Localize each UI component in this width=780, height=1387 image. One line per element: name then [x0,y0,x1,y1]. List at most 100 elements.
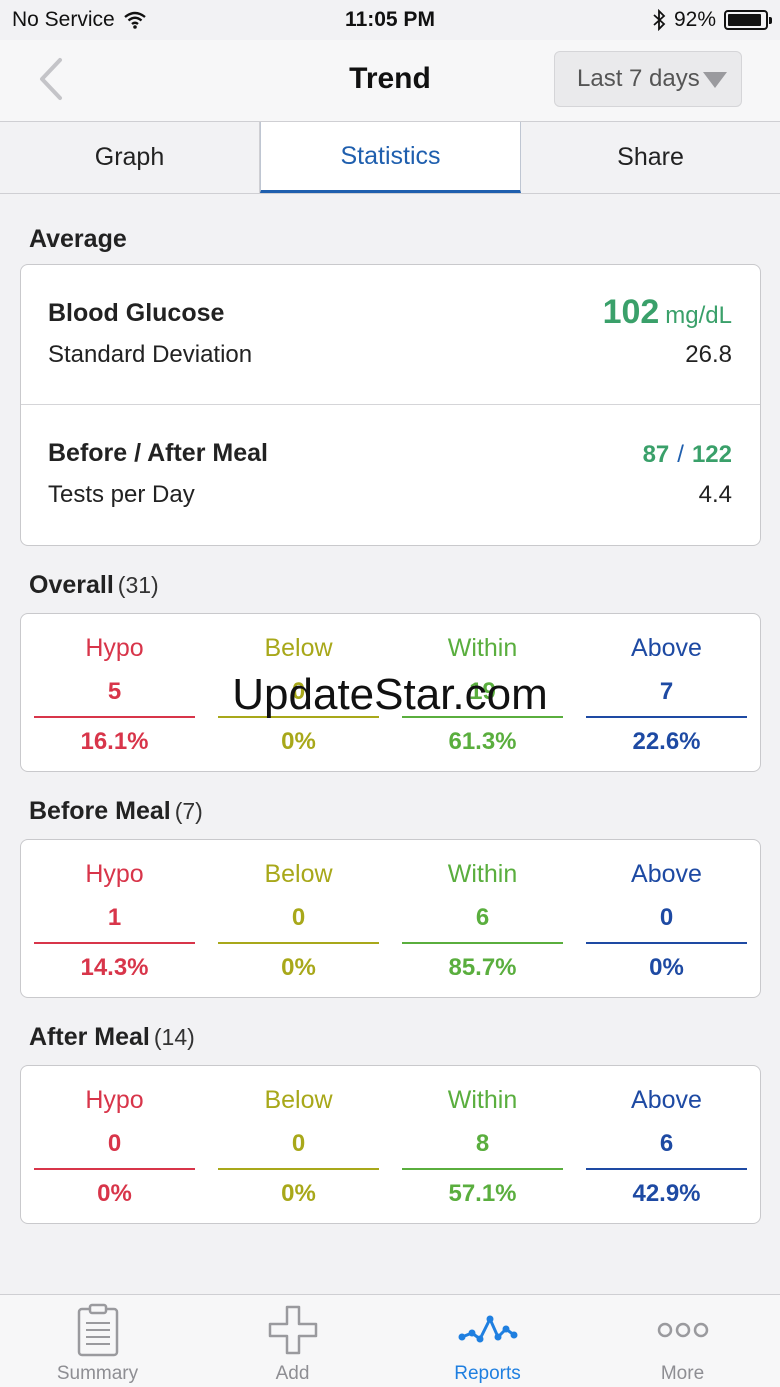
overall-hypo: Hypo 5 16.1% [34,614,195,771]
tab-add-label: Add [275,1363,310,1384]
stat-divider [34,1168,195,1170]
stat-label: Below [264,1086,333,1114]
overall-title-text: Overall [29,571,114,599]
slash-separator: / [677,441,684,468]
stat-label: Within [447,860,518,888]
stat-count: 6 [659,1130,674,1157]
after-meal-title: After Meal (14) [29,1023,195,1052]
after-meal-below: Below 0 0% [218,1066,379,1223]
overall-below: Below 0 0% [218,614,379,771]
clipboard-icon [77,1303,118,1357]
meal-values: 87 / 122 [643,441,732,469]
after-meal-title-text: After Meal [29,1023,150,1051]
stat-divider [218,1168,379,1170]
tests-value: 4.4 [698,481,732,508]
stat-count: 6 [475,904,490,931]
tab-more[interactable]: More [585,1295,780,1387]
stat-count: 0 [107,1130,122,1157]
after-meal-above: Above 6 42.9% [586,1066,747,1223]
overall-card: Hypo 5 16.1% Below 0 0% Within 19 61.3% … [20,613,761,772]
stat-percent: 0% [281,728,316,755]
average-title: Average [29,225,127,254]
overall-count: (31) [117,572,159,598]
stat-label: Hypo [85,634,144,662]
plus-icon [268,1305,317,1355]
tab-reports[interactable]: Reports [390,1295,585,1387]
date-range-value: Last 7 days [577,65,700,92]
stat-label: Below [264,860,333,888]
stat-percent: 42.9% [632,1180,701,1207]
sd-label: Standard Deviation [48,341,253,368]
tab-share[interactable]: Share [521,122,780,193]
battery-icon [724,10,772,30]
stat-count: 7 [659,678,674,705]
before-meal-grid: Hypo 1 14.3% Below 0 0% Within 6 85.7% A… [21,840,760,997]
stat-divider [218,942,379,944]
after-meal-count: (14) [153,1024,195,1050]
tab-more-label: More [660,1363,705,1384]
bottom-tab-bar: Summary Add Reports More [0,1294,780,1387]
tab-reports-label: Reports [454,1363,521,1384]
stat-label: Within [447,634,518,662]
after-meal-card: Hypo 0 0% Below 0 0% Within 8 57.1% Abov… [20,1065,761,1224]
stat-percent: 16.1% [80,728,149,755]
stat-count: 8 [475,1130,490,1157]
stat-percent: 0% [281,1180,316,1207]
chart-line-icon [458,1315,517,1343]
stat-count: 0 [659,904,674,931]
before-meal-value: 87 [642,441,670,468]
tab-add[interactable]: Add [195,1295,390,1387]
before-meal-card: Hypo 1 14.3% Below 0 0% Within 6 85.7% A… [20,839,761,998]
after-meal-within: Within 8 57.1% [402,1066,563,1223]
before-meal-above: Above 0 0% [586,840,747,997]
overall-grid: Hypo 5 16.1% Below 0 0% Within 19 61.3% … [21,614,760,771]
overall-above: Above 7 22.6% [586,614,747,771]
glucose-number: 102 [602,293,660,331]
stat-percent: 61.3% [448,728,517,755]
nav-bar: Trend Last 7 days [0,40,780,122]
glucose-value: 102 mg/dL [603,293,732,332]
stat-divider [218,716,379,718]
tab-statistics[interactable]: Statistics [260,122,521,193]
stat-count: 0 [291,1130,306,1157]
before-meal-title: Before Meal (7) [29,797,203,826]
stat-percent: 85.7% [448,954,517,981]
after-meal-grid: Hypo 0 0% Below 0 0% Within 8 57.1% Abov… [21,1066,760,1223]
stat-divider [586,1168,747,1170]
glucose-row: Blood Glucose 102 mg/dL Standard Deviati… [21,265,760,404]
stat-percent: 0% [281,954,316,981]
stat-percent: 22.6% [632,728,701,755]
tab-graph[interactable]: Graph [0,122,260,193]
battery-percent: 92% [673,8,716,31]
before-meal-title-text: Before Meal [29,797,171,825]
average-title-text: Average [29,225,127,253]
stat-percent: 0% [649,954,684,981]
before-meal-below: Below 0 0% [218,840,379,997]
stat-label: Hypo [85,860,144,888]
stat-label: Below [264,634,333,662]
before-meal-within: Within 6 85.7% [402,840,563,997]
stat-count: 1 [107,904,122,931]
average-card: Blood Glucose 102 mg/dL Standard Deviati… [20,264,761,546]
segment-tabs: Graph Statistics Share [0,122,780,194]
battery-level [728,14,762,26]
stat-count: 5 [107,678,122,705]
caret-down-icon [703,72,727,88]
stat-divider [586,942,747,944]
stat-divider [586,716,747,718]
after-meal-value: 122 [691,441,732,468]
before-meal-hypo: Hypo 1 14.3% [34,840,195,997]
tab-summary[interactable]: Summary [0,1295,195,1387]
glucose-label: Blood Glucose [48,299,225,327]
stat-divider [402,716,563,718]
stat-count: 19 [469,678,496,705]
overall-within: Within 19 61.3% [402,614,563,771]
more-dots-icon [657,1322,708,1338]
date-range-select[interactable]: Last 7 days [554,51,742,107]
after-meal-hypo: Hypo 0 0% [34,1066,195,1223]
tab-summary-label: Summary [56,1363,139,1384]
overall-title: Overall (31) [29,571,159,600]
stat-divider [34,942,195,944]
stat-percent: 14.3% [80,954,149,981]
stat-label: Hypo [85,1086,144,1114]
